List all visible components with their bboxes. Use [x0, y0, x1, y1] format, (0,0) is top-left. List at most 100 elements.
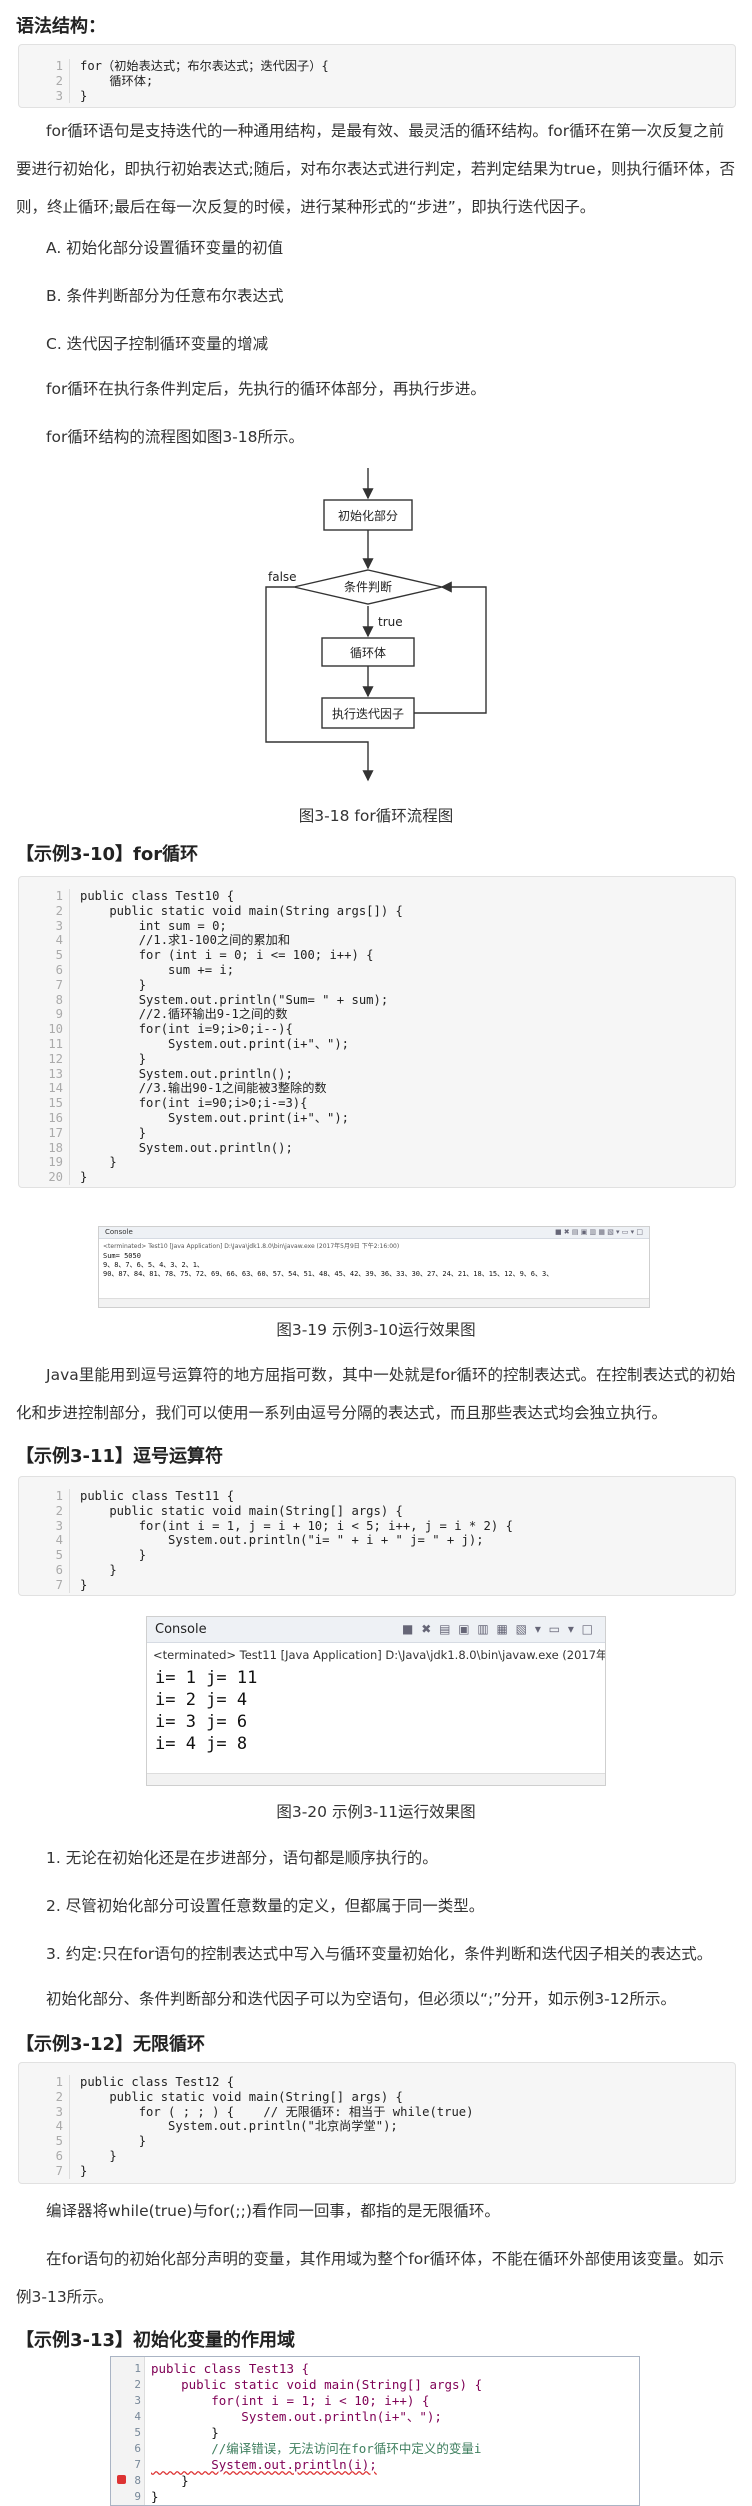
console-tab[interactable]: Console	[155, 1622, 207, 1637]
example-3-13-heading: 【示例3-13】初始化变量的作用域	[16, 2330, 296, 2351]
console-toolbar-icons[interactable]: ■ ✖ ▤ ▣ ▥ ▦ ▧ ▾ ▭ ▾ □	[402, 1622, 595, 1636]
iterate-label: 执行迭代因子	[332, 707, 404, 721]
infinite-loop-paragraph: 编译器将while(true)与for(;;)看作同一回事，都指的是无限循环。	[46, 2202, 500, 2220]
line-number: 2	[134, 2378, 141, 2391]
line-number: 2	[55, 73, 63, 88]
init-label: 初始化部分	[338, 508, 398, 523]
console-line: i= 2 j= 4	[155, 1690, 248, 1710]
code-line: System.out.println();	[80, 1140, 293, 1155]
code-line: System.out.print(i+"、");	[80, 1036, 349, 1051]
console-output: Sum= 5050 9、8、7、6、5、4、3、2、1、 90、87、84、81…	[99, 1252, 649, 1279]
console-line: 90、87、84、81、78、75、72、69、66、63、60、57、54、5…	[103, 1270, 554, 1278]
list-item: C. 迭代因子控制循环变量的增减	[46, 335, 269, 353]
code-line: }	[151, 2425, 219, 2440]
line-number: 1	[55, 2075, 63, 2089]
code-lines: public class Test11 { public static void…	[69, 1489, 513, 1593]
list-item: A. 初始化部分设置循环变量的初值	[46, 239, 284, 257]
code-line: //2.循环输出9-1之间的数	[80, 1007, 288, 1022]
console-status: <terminated> Test10 [Java Application] D…	[103, 1243, 400, 1250]
eclipse-editor-screenshot: 1 2 3 4 5 6 7 8 9 public class Test13 { public s…	[110, 2356, 640, 2506]
code-line: }	[80, 1155, 117, 1170]
empty-statement-paragraph: 初始化部分、条件判断部分和迭代因子可以为空语句，但必须以“;”分开，如示例3-1…	[46, 1990, 676, 2008]
example-3-12-heading: 【示例3-12】无限循环	[16, 2034, 206, 2055]
code-line: }	[151, 2489, 159, 2504]
code-line: }	[80, 2163, 88, 2178]
line-number: 5	[55, 948, 63, 963]
console-line: i= 4 j= 8	[155, 1734, 248, 1754]
line-number: 16	[48, 1110, 63, 1125]
line-number: 9	[55, 1007, 63, 1022]
line-number: 7	[134, 2458, 141, 2471]
code-line: for(int i=9;i>0;i--){	[80, 1022, 293, 1037]
console-toolbar-icons[interactable]: ■ ✖ ▤ ▣ ▥ ▦ ▧ ▾ ▭ ▾ □	[555, 1228, 643, 1236]
scope-paragraph: 在for语句的初始化部分声明的变量，其作用域为整个for循环体，不能在循环外部使…	[16, 2250, 725, 2306]
example-3-10-heading: 【示例3-10】for循环	[16, 844, 199, 865]
for-intro-paragraph: for循环语句是支持迭代的一种通用结构，是最有效、最灵活的循环结构。for循环在…	[16, 122, 736, 216]
condition-label: 条件判断	[344, 579, 392, 594]
code-line: }	[80, 1548, 147, 1563]
line-number: 5	[134, 2426, 141, 2439]
line-number: 6	[55, 962, 63, 977]
console-screenshot-3-10: Console ■ ✖ ▤ ▣ ▥ ▦ ▧ ▾ ▭ ▾ □ <terminate…	[98, 1226, 650, 1308]
false-label: false	[268, 570, 297, 584]
exit-arrow	[265, 586, 374, 782]
console-tab-bar: Console ■ ✖ ▤ ▣ ▥ ▦ ▧ ▾ ▭ ▾ □	[147, 1617, 605, 1643]
console-line: 9、8、7、6、5、4、3、2、1、	[103, 1261, 204, 1269]
line-number: 3	[55, 88, 63, 103]
code-line: }	[80, 2148, 117, 2163]
console-line: Sum= 5050	[103, 1252, 141, 1260]
code-lines: for（初始表达式；布尔表达式；迭代因子）{ 循环体;}	[69, 59, 329, 104]
line-number: 4	[55, 1533, 63, 1548]
code-line: sum += i;	[80, 962, 235, 977]
code-line: for (int i = 0; i <= 100; i++) {	[80, 948, 374, 963]
console-tab[interactable]: Console	[105, 1228, 133, 1236]
code-line: }	[80, 1125, 147, 1140]
true-label: true	[378, 615, 403, 629]
console-status: <terminated> Test11 [Java Application] D…	[153, 1648, 606, 1662]
article-page: 语法结构： 123 for（初始表达式；布尔表达式；迭代因子）{ 循环体;} f…	[0, 0, 752, 2506]
code-line: for(int i = 1; i < 10; i++) {	[151, 2393, 430, 2408]
line-number: 10	[48, 1022, 63, 1037]
code-line: for(int i=90;i>0;i-=3){	[80, 1096, 308, 1111]
execution-order-paragraph: for循环在执行条件判定后，先执行的循环体部分，再执行步进。	[46, 380, 486, 398]
example-3-11-code-block: 1234567 public class Test11 { public sta…	[18, 1476, 736, 1596]
line-numbers: 1 2 3 4 5 6 7 8 9 10 11 12 13 14 15 16 17 18 19 20	[19, 889, 63, 1185]
line-number: 3	[55, 918, 63, 933]
line-number: 9	[134, 2490, 141, 2503]
syntax-code-block: 123 for（初始表达式；布尔表达式；迭代因子）{ 循环体;}	[18, 44, 736, 108]
line-number: 14	[48, 1081, 63, 1096]
code-line: public class Test13 {	[151, 2361, 310, 2376]
line-number: 4	[134, 2410, 141, 2423]
list-item: 2. 尽管初始化部分可设置任意数量的定义，但都属于同一类型。	[46, 1897, 485, 1915]
code-line: public class Test12 {	[80, 2075, 235, 2089]
console-scrollbar[interactable]	[99, 1298, 649, 1307]
code-line: //1.求1-100之间的累加和	[80, 933, 291, 948]
line-number: 2	[55, 1503, 63, 1518]
line-number: 8	[55, 992, 63, 1007]
code-line: }	[80, 2134, 147, 2149]
code-line: public static void main(String[] args) {	[80, 2089, 403, 2104]
line-number: 1	[55, 59, 63, 73]
code-line: public static void main(String[] args) {	[80, 1503, 403, 1518]
code-line: System.out.println(i);	[151, 2457, 377, 2472]
code-lines: public class Test12 { public static void…	[69, 2075, 474, 2179]
list-item: 1. 无论在初始化还是在步进部分，语句都是顺序执行的。	[46, 1849, 438, 1867]
line-number: 2	[55, 2089, 63, 2104]
comma-operator-paragraph: Java里能用到逗号运算符的地方屈指可数，其中一处就是for循环的控制表达式。在…	[16, 1366, 736, 1422]
code-line: }	[80, 977, 147, 992]
line-number: 5	[55, 2134, 63, 2149]
console-scrollbar[interactable]	[147, 1773, 605, 1785]
code-line: 循环体;	[80, 73, 154, 88]
line-number: 7	[55, 2163, 63, 2178]
line-numbers: 1234567	[19, 1489, 63, 1593]
line-numbers: 123	[19, 59, 63, 103]
console-tab-bar: Console ■ ✖ ▤ ▣ ▥ ▦ ▧ ▾ ▭ ▾ □	[99, 1227, 649, 1239]
line-number: 6	[55, 2148, 63, 2163]
line-number: 11	[48, 1036, 63, 1051]
list-item: B. 条件判断部分为任意布尔表达式	[46, 287, 284, 305]
code-line: System.out.print(i+"、");	[80, 1110, 349, 1125]
line-number: 1	[134, 2362, 141, 2375]
line-number: 19	[48, 1155, 63, 1170]
code-line: System.out.println(i+"、");	[151, 2409, 442, 2424]
line-number: 3	[55, 1518, 63, 1533]
